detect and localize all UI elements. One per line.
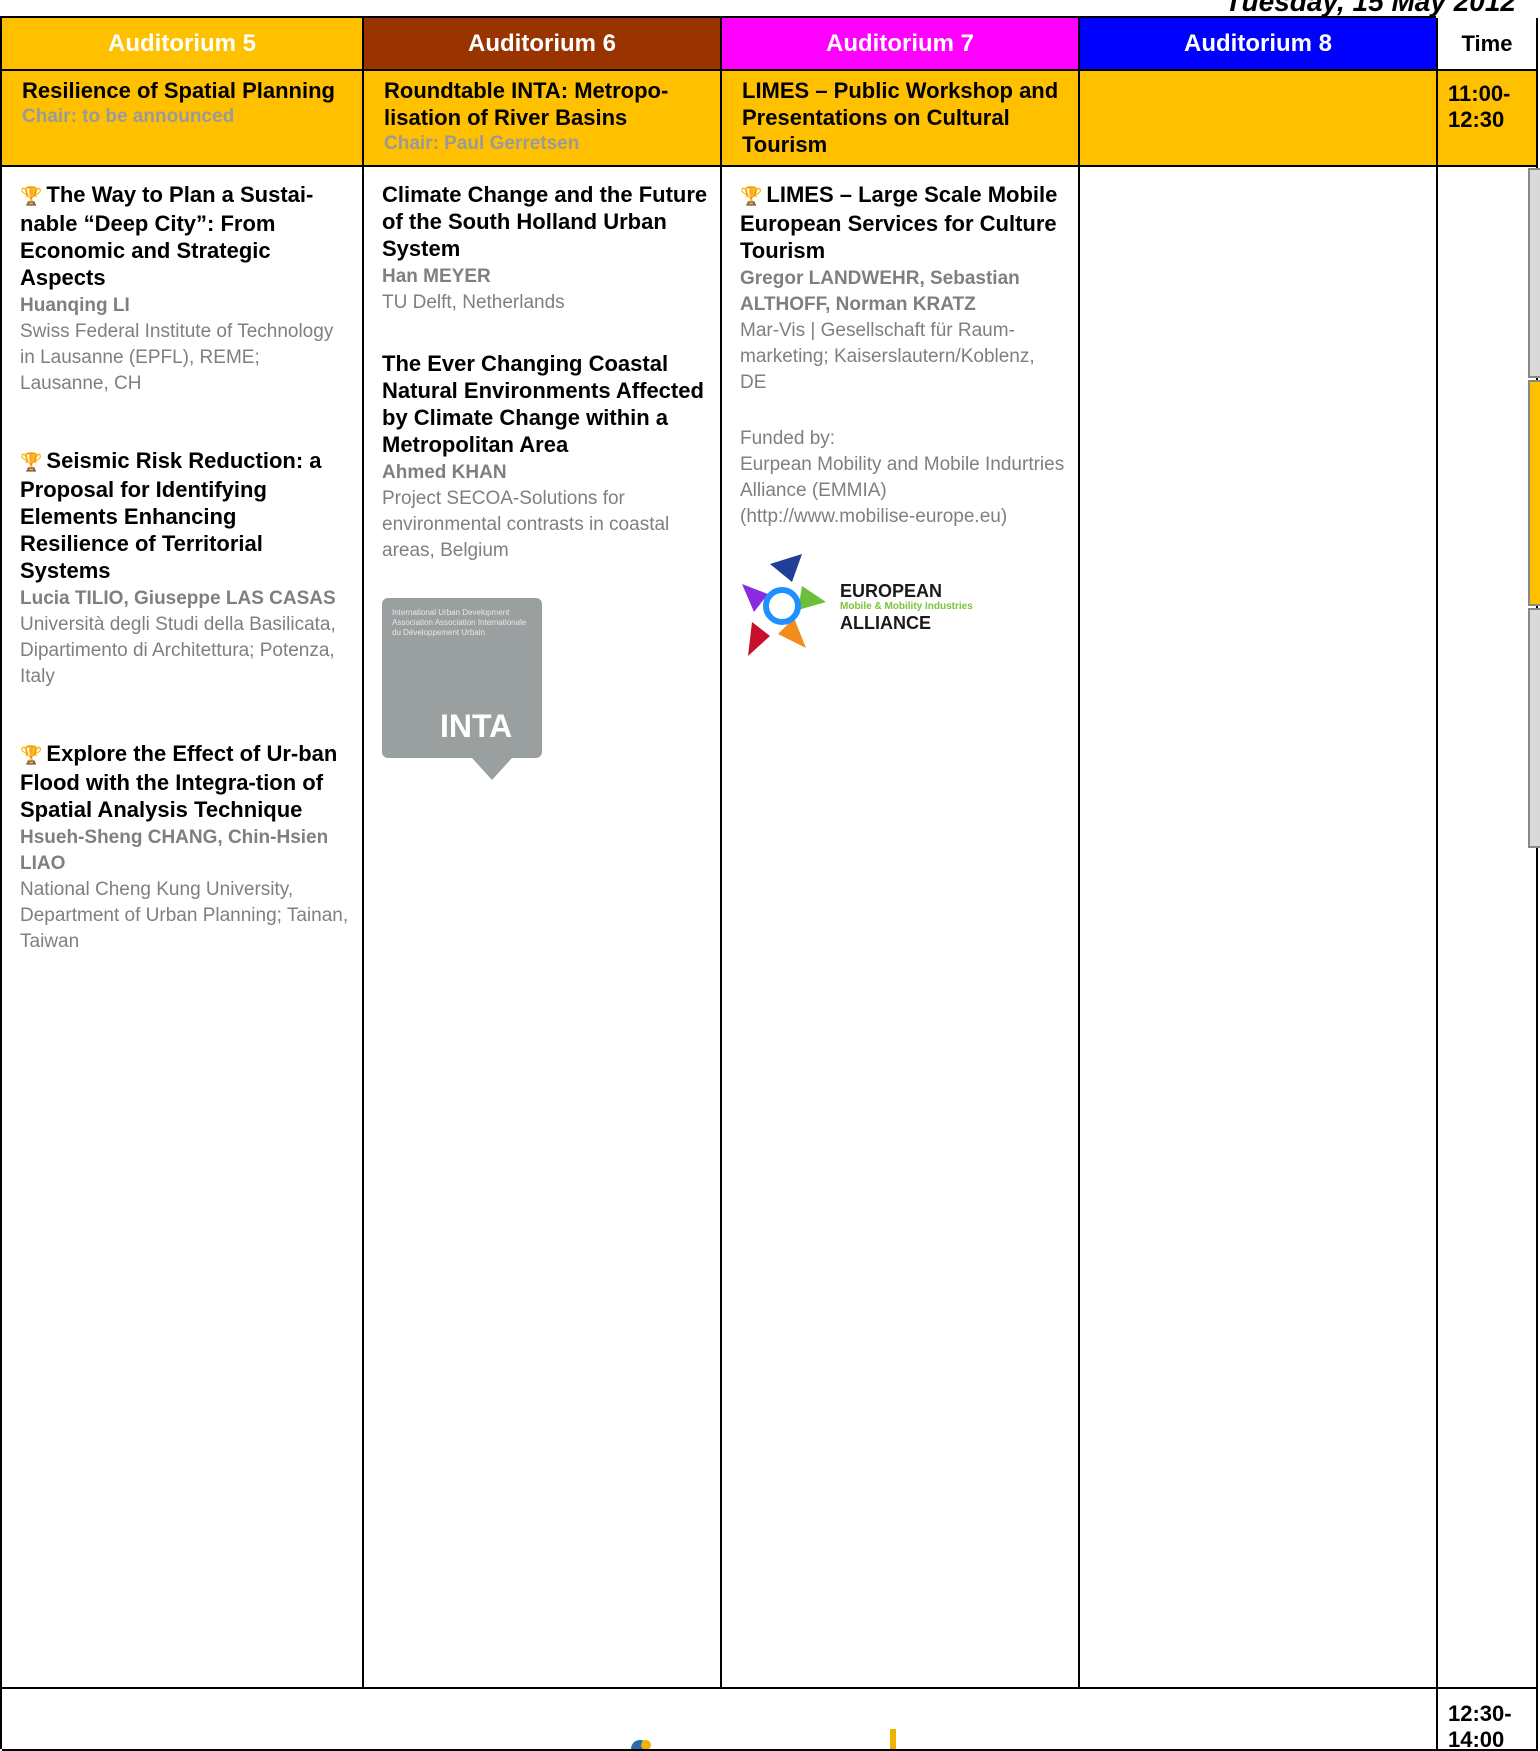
partial-logo-icon [631,1740,651,1749]
talk-title: Explore the Effect of Ur-ban Flood with … [20,741,338,822]
edge-tab-2 [1528,380,1540,606]
talks-auditorium-7: 🏆 LIMES – Large Scale Mobile European Ser… [722,167,1080,1689]
edge-tab-1 [1528,168,1540,378]
session-title: Roundtable INTA: Metropo-lisation of Riv… [384,78,669,130]
trophy-icon: 🏆 [20,452,43,472]
talk-title: Climate Change and the Future of the Sou… [382,182,708,261]
talk-affiliation: Università degli Studi della Basilicata,… [20,614,336,687]
header-auditorium-6: Auditorium 6 [364,18,722,71]
inta-logo: International Urban Development Associat… [382,598,542,758]
talk-item: 🏆 LIMES – Large Scale Mobile European Ser… [740,181,1066,396]
talks-auditorium-6: Climate Change and the Future of the Sou… [364,167,722,1689]
trophy-icon: 🏆 [20,186,43,206]
lunch-break-row [2,1689,1438,1751]
emmia-logo-line1: EUROPEAN [840,581,943,601]
time-column-body [1438,167,1538,1689]
header-auditorium-7: Auditorium 7 [722,18,1080,71]
talk-authors: Hsueh-Sheng CHANG, Chin-Hsien LIAO [20,827,329,874]
inta-logo-subtitle: International Urban Development Associat… [392,608,527,637]
talk-authors: Lucia TILIO, Giuseppe LAS CASAS [20,588,336,609]
funding-note: Funded by: Eurpean Mobility and Mobile I… [740,426,1066,530]
funding-text: Eurpean Mobility and Mobile Indurtries A… [740,454,1065,527]
session-chair: Chair: to be announced [22,106,235,127]
header-time: Time [1438,18,1538,71]
talk-title: LIMES – Large Scale Mobile European Serv… [740,182,1058,263]
session-time: 11:00-12:30 [1438,71,1538,167]
lunch-time: 12:30-14:00 [1438,1689,1538,1751]
talk-item: The Ever Changing Coastal Natural Enviro… [382,350,708,564]
talk-affiliation: National Cheng Kung University, Departme… [20,879,349,952]
inta-logo-tail [472,758,512,780]
talk-affiliation: Swiss Federal Institute of Technology in… [20,321,334,394]
talk-title: Seismic Risk Reduction: a Proposal for I… [20,448,322,583]
talk-title: The Way to Plan a Sustai-nable “Deep Cit… [20,182,314,290]
edge-tab-3 [1528,608,1540,848]
session-chair: Chair: Paul Gerretsen [384,133,580,154]
session-title: LIMES – Public Workshop and Presentation… [742,78,1059,157]
emmia-logo-mark [742,554,826,656]
inta-logo-text: INTA [440,708,513,744]
talks-auditorium-8 [1080,167,1438,1689]
session-auditorium-8 [1080,71,1438,167]
talk-affiliation: TU Delft, Netherlands [382,292,565,313]
talk-item: Climate Change and the Future of the Sou… [382,181,708,316]
emmia-logo-line2: Mobile & Mobility Industries [840,601,973,612]
talk-item: 🏆 The Way to Plan a Sustai-nable “Deep Ci… [20,181,350,397]
schedule-grid: Auditorium 5 Auditorium 6 Auditorium 7 A… [0,16,1538,1751]
session-auditorium-7: LIMES – Public Workshop and Presentation… [722,71,1080,167]
trophy-icon: 🏆 [20,745,43,765]
funding-label: Funded by: [740,428,836,449]
emmia-logo-line3: ALLIANCE [840,613,931,633]
talk-authors: Gregor LANDWEHR, Sebastian ALTHOFF, Norm… [740,268,1020,315]
session-auditorium-5: Resilience of Spatial Planning Chair: to… [2,71,364,167]
talk-item: 🏆 Seismic Risk Reduction: a Proposal for … [20,447,350,690]
header-auditorium-5: Auditorium 5 [2,18,364,71]
trophy-icon: 🏆 [740,186,763,206]
talk-affiliation: Project SECOA-Solutions for environmenta… [382,488,670,561]
talk-authors: Han MEYER [382,266,491,287]
talk-item: 🏆 Explore the Effect of Ur-ban Flood with… [20,740,350,955]
header-auditorium-8: Auditorium 8 [1080,18,1438,71]
emmia-logo: EUROPEAN Mobile & Mobility Industries AL… [740,552,1066,662]
session-auditorium-6: Roundtable INTA: Metropo-lisation of Riv… [364,71,722,167]
session-title: Resilience of Spatial Planning [22,78,335,103]
talk-authors: Ahmed KHAN [382,462,507,483]
talk-title: The Ever Changing Coastal Natural Enviro… [382,351,704,457]
talk-authors: Huanqing LI [20,295,130,316]
talks-auditorium-5: 🏆 The Way to Plan a Sustai-nable “Deep Ci… [2,167,364,1689]
partial-logo-bar [890,1729,896,1749]
talk-affiliation: Mar-Vis | Gesellschaft für Raum-marketin… [740,320,1035,393]
